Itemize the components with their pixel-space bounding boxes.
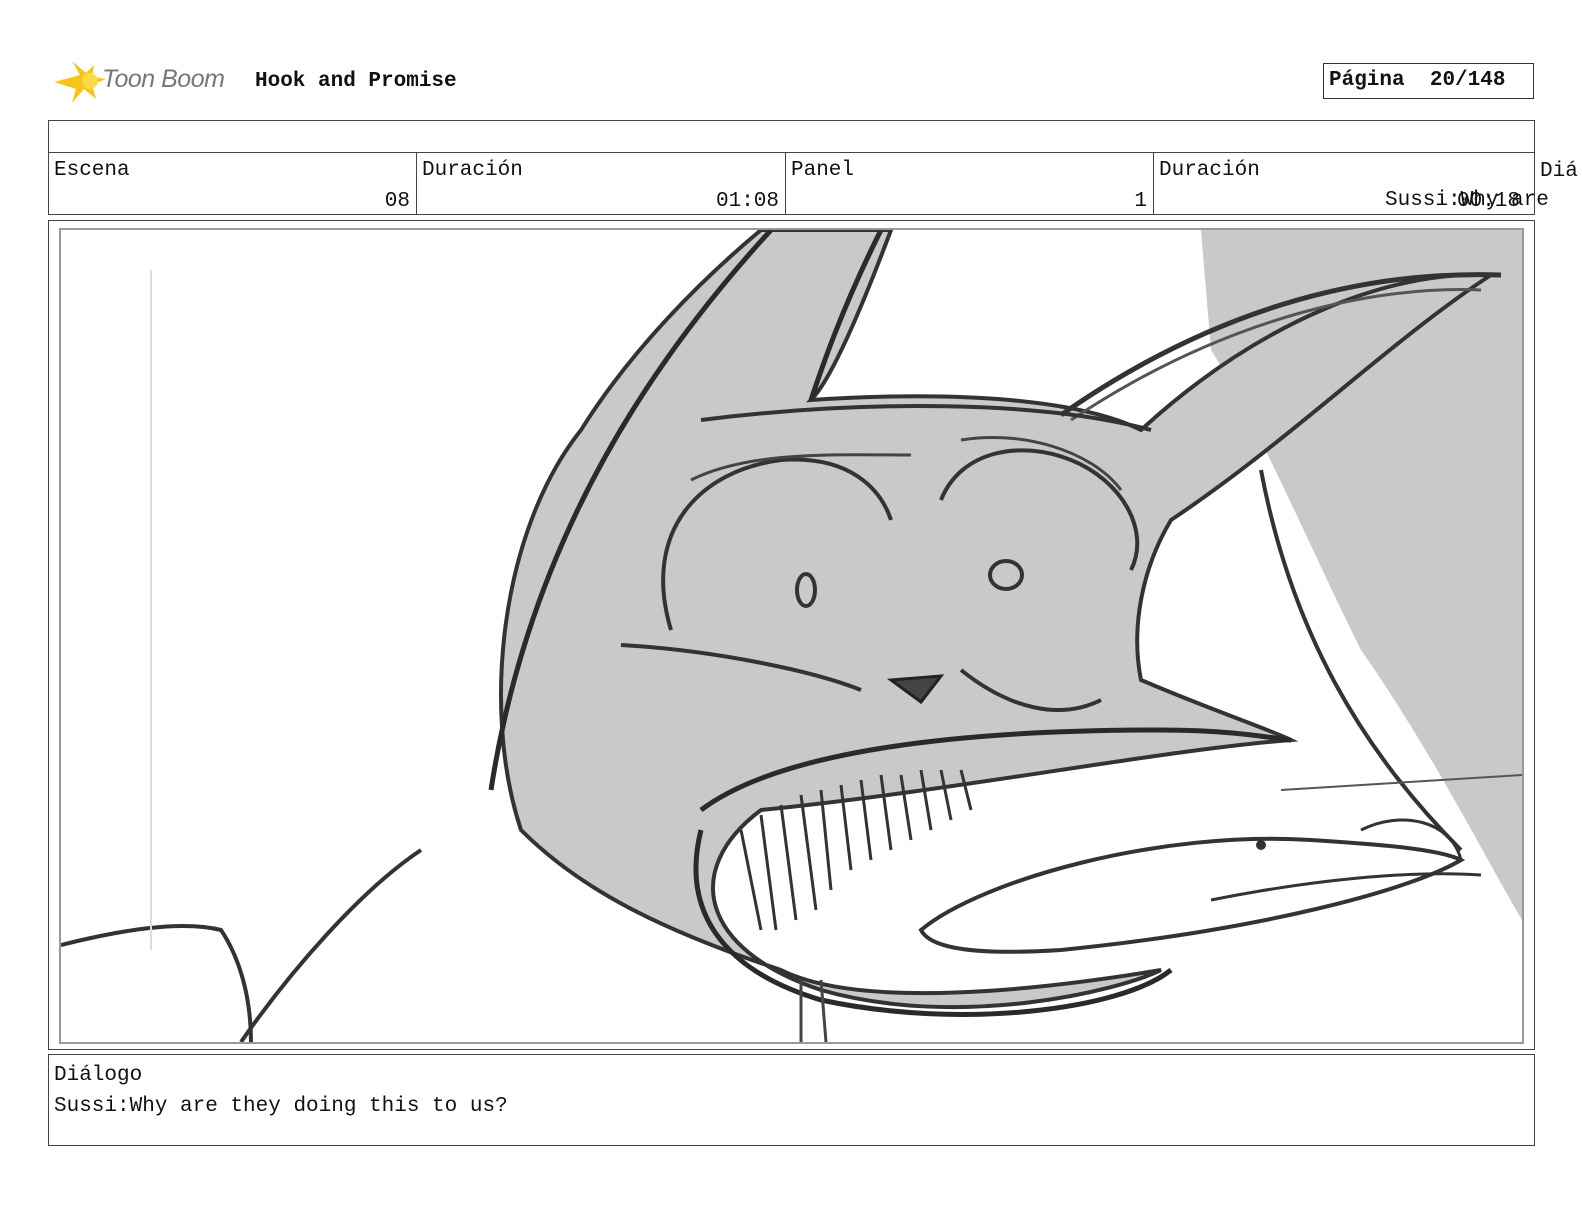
panel-cell: Panel 1 [786,153,1154,215]
panel-value: 1 [1134,190,1147,213]
scene-duration-label: Duración [422,159,523,182]
scene-value: 08 [384,190,410,213]
dialog-label: Diálogo [54,1064,143,1087]
scene-duration-cell: Duración 01:08 [417,153,786,215]
dialog-column-label-cut: Diá [1540,160,1578,183]
info-blank-row [49,121,1534,153]
logo-text: Toon Boom [102,65,225,93]
page-counter: Página 20/148 [1323,63,1534,99]
dialog-overflow-word: are [1511,189,1549,212]
star-burst-icon [54,61,106,103]
dialog-text: Sussi:Why are they doing this to us? [54,1095,508,1118]
panel-image [59,228,1524,1044]
page-value: 20/148 [1429,69,1506,92]
dialog-box: Diálogo Sussi:Why are they doing this to… [48,1054,1535,1146]
scene-label: Escena [54,159,130,182]
dialog-overflow-speaker: Sussi:Why [1385,189,1499,212]
dialog-overflow-text: Sussi:Why are [1385,189,1549,212]
dialog-column-overflow: Diá Sussi:Why are [1385,160,1578,212]
toon-boom-logo: Toon Boom [50,57,260,107]
panel-duration-label: Duración [1159,159,1260,182]
shark-sketch-drawing [61,230,1522,1042]
scene-duration-value: 01:08 [715,190,779,213]
storyboard-panel [48,220,1535,1050]
page-label: Página [1329,69,1405,92]
panel-label: Panel [791,159,855,182]
scene-cell: Escena 08 [49,153,417,215]
page-header: Toon Boom Hook and Promise Página 20/148 [50,55,1534,110]
project-title: Hook and Promise [255,70,457,93]
panel-info-table: Escena 08 Duración 01:08 Panel 1 Duració… [48,120,1535,215]
